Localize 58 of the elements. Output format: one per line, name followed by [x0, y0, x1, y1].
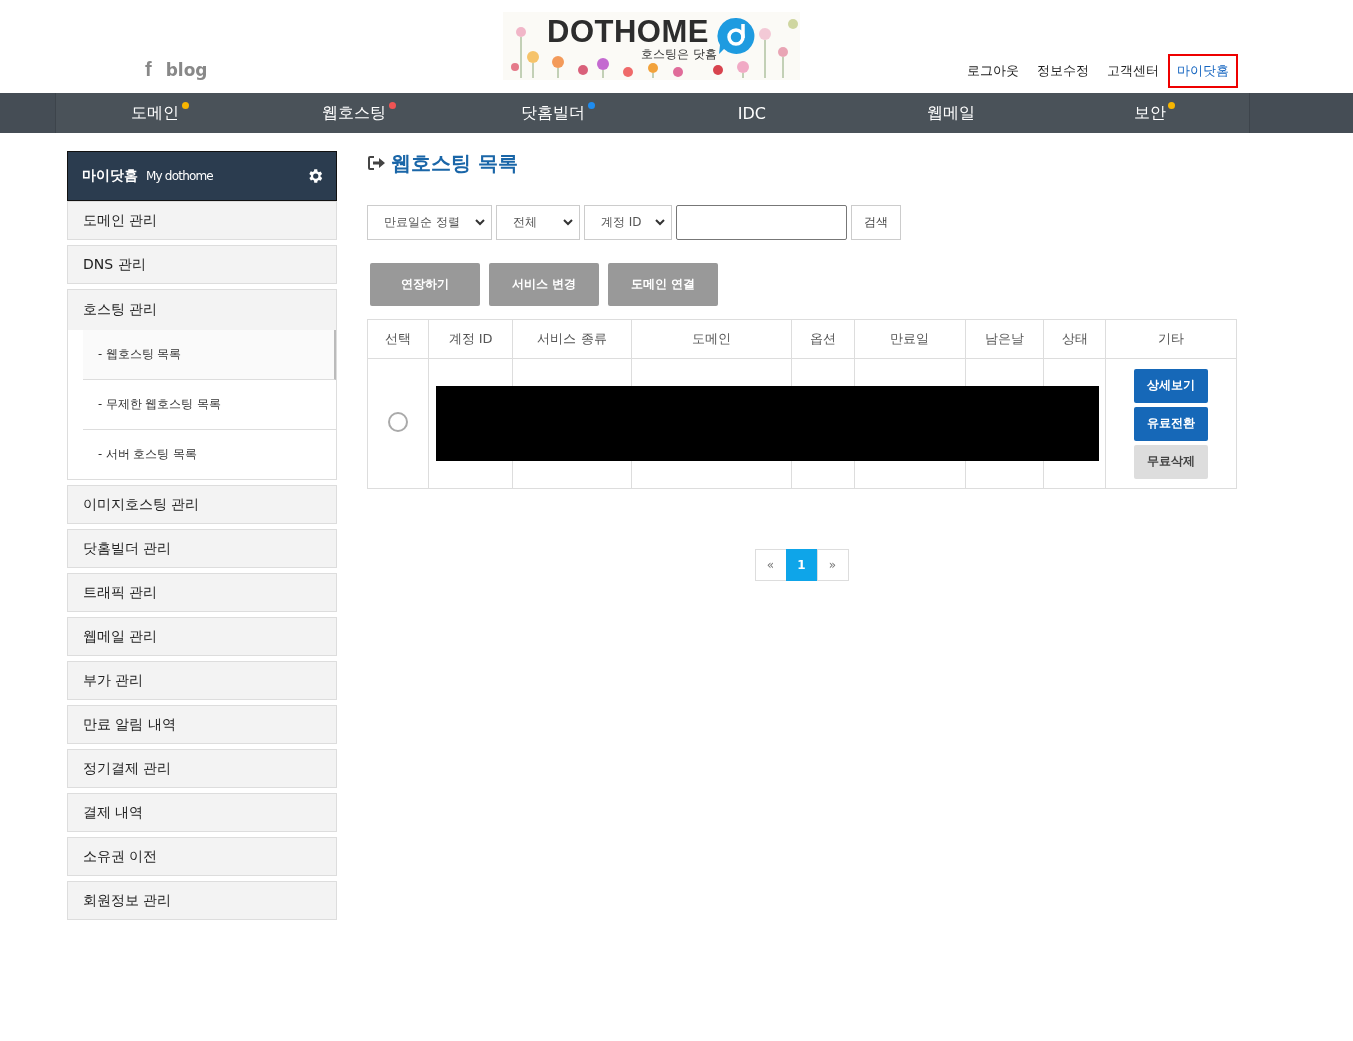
chevron-down-icon [475, 219, 485, 226]
top-link[interactable]: 마이닷홈 [1168, 54, 1238, 88]
sidebar-menu-item[interactable]: 만료 알림 내역 [67, 705, 337, 744]
nav-menu-item[interactable]: 닷홈빌더 [453, 93, 653, 133]
sidebar-menu-item[interactable]: DNS 관리 [67, 245, 337, 284]
sort-dropdown[interactable]: 만료일순 정렬 [367, 205, 492, 240]
column-header: 선택 [367, 319, 429, 359]
search-field[interactable] [676, 205, 847, 240]
submenu-item[interactable]: - 무제한 웹호스팅 목록 [83, 380, 336, 430]
nav-menu-item[interactable]: IDC [652, 93, 852, 133]
exit-arrow-icon [367, 155, 385, 171]
row-action-button[interactable]: 무료삭제 [1134, 444, 1209, 479]
sidebar-title: 마이닷홈 [82, 167, 138, 185]
column-header: 옵션 [791, 319, 855, 359]
sidebar-menu-item[interactable]: 트래픽 관리 [67, 573, 337, 612]
column-header: 서비스 종류 [512, 319, 632, 359]
column-header: 기타 [1105, 319, 1237, 359]
page-link[interactable]: » [816, 549, 849, 581]
chevron-down-icon [655, 219, 665, 226]
submenu-item[interactable]: - 서버 호스팅 목록 [83, 430, 336, 479]
row-action-button[interactable]: 유료전환 [1134, 406, 1209, 441]
facebook-link[interactable]: f [145, 58, 152, 81]
sidebar-menu-item[interactable]: 웹메일 관리 [67, 617, 337, 656]
column-header: 도메인 [631, 319, 792, 359]
sidebar-menu-item[interactable]: 정기결제 관리 [67, 749, 337, 788]
top-link[interactable]: 로그아웃 [958, 54, 1028, 88]
submenu-item[interactable]: - 웹호스팅 목록 [83, 330, 336, 380]
logo-banner[interactable]: DOTHOME 호스팅은 닷홈 [503, 12, 800, 80]
chevron-down-icon [563, 219, 573, 226]
status-dropdown[interactable]: 전체 [496, 205, 580, 240]
column-header: 만료일 [854, 319, 966, 359]
page-title: 웹호스팅 목록 [391, 149, 518, 177]
sidebar-menu-item[interactable]: 이미지호스팅 관리 [67, 485, 337, 524]
sidebar-menu-item[interactable]: 부가 관리 [67, 661, 337, 700]
column-header: 계정 ID [428, 319, 513, 359]
column-header: 상태 [1043, 319, 1106, 359]
sidebar-menu-item[interactable]: 회원정보 관리 [67, 881, 337, 920]
blog-link[interactable]: blog [165, 59, 208, 80]
sidebar-menu-item[interactable]: 소유권 이전 [67, 837, 337, 876]
top-link[interactable]: 정보수정 [1028, 54, 1098, 88]
logo-text: DOTHOME [547, 14, 709, 49]
row-action-button[interactable]: 상세보기 [1134, 368, 1209, 403]
sidebar-menu-item[interactable]: 닷홈빌더 관리 [67, 529, 337, 568]
nav-menu-item[interactable]: 도메인 [56, 93, 255, 133]
nav-menu-item[interactable]: 웹메일 [851, 93, 1051, 133]
logo-tagline: 호스팅은 닷홈 [641, 46, 717, 63]
top-link[interactable]: 고객센터 [1098, 54, 1168, 88]
sidebar-menu-item[interactable]: 결제 내역 [67, 793, 337, 832]
d-logo-icon [716, 16, 756, 56]
radio-button[interactable] [388, 412, 409, 432]
sidebar-menu-item[interactable]: 도메인 관리 [67, 201, 337, 240]
nav-menu-item[interactable]: 보안 [1050, 93, 1249, 133]
column-header: 남은날 [965, 319, 1044, 359]
sidebar-subtitle: My dothome [146, 169, 214, 183]
field-dropdown[interactable]: 계정 ID [584, 205, 672, 240]
sidebar-menu-item[interactable]: 호스팅 관리 [68, 290, 336, 330]
search-button[interactable]: 검색 [851, 205, 901, 240]
nav-menu-item[interactable]: 웹호스팅 [254, 93, 454, 133]
